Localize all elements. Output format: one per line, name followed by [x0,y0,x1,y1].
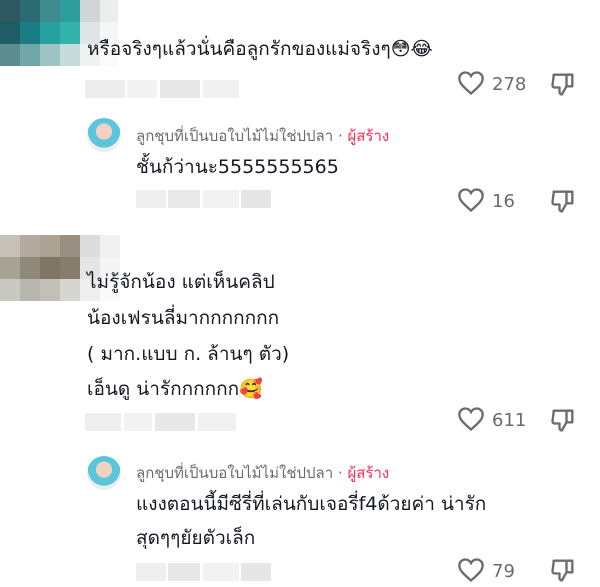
creator-avatar[interactable] [87,456,121,490]
like-count: 16 [492,191,515,212]
heart-outline-icon[interactable] [457,557,485,583]
reply-text: ชั้นก้ว่านะ5555555565 [136,156,339,178]
thumbs-down-outline-icon[interactable] [549,556,577,584]
like-count: 79 [492,561,515,582]
reply-text-line: สุดๆๆยัยตัวเล็ก [136,527,256,549]
creator-badge: ผู้สร้าง [347,464,390,482]
creator-avatar[interactable] [87,118,121,152]
heart-outline-icon[interactable] [457,187,485,213]
thumbs-down-outline-icon[interactable] [549,187,577,215]
thumbs-down-outline-icon[interactable] [549,406,577,434]
reply-author[interactable]: ลูกชุบที่เป็นบอใบไม้ไม่ใช่ปปลา · ผู้สร้า… [136,461,389,485]
heart-outline-icon[interactable] [457,70,485,96]
comment-text-line: เอ็นดู น่ารักกกกกก🥰 [87,378,263,400]
comment-text-line: ไม่รู้จักน้อง แต่เห็นคลิป [87,271,275,293]
comment-text-line: ( มาก.แบบ ก. ล้านๆ ตัว) [87,343,290,365]
like-count: 611 [492,410,527,431]
thumbs-down-outline-icon[interactable] [549,70,577,98]
reply-text-line: แงงตอนนี้มีซีรี่ที่เล่นกับเจอรี่f4ด้วยค่… [136,493,487,515]
creator-badge: ผู้สร้าง [347,127,390,145]
comment-text: หรือจริงๆแล้วนั่นคือลูกรักของแม่จริงๆ😳😂 [87,38,433,60]
comment-text-line: น้องเฟรนลี่มากกกกกกก [87,307,280,329]
heart-outline-icon[interactable] [457,406,485,432]
reply-author[interactable]: ลูกชุบที่เป็นบอใบไม้ไม่ใช่ปปลา · ผู้สร้า… [136,124,389,148]
like-count: 278 [492,74,527,95]
